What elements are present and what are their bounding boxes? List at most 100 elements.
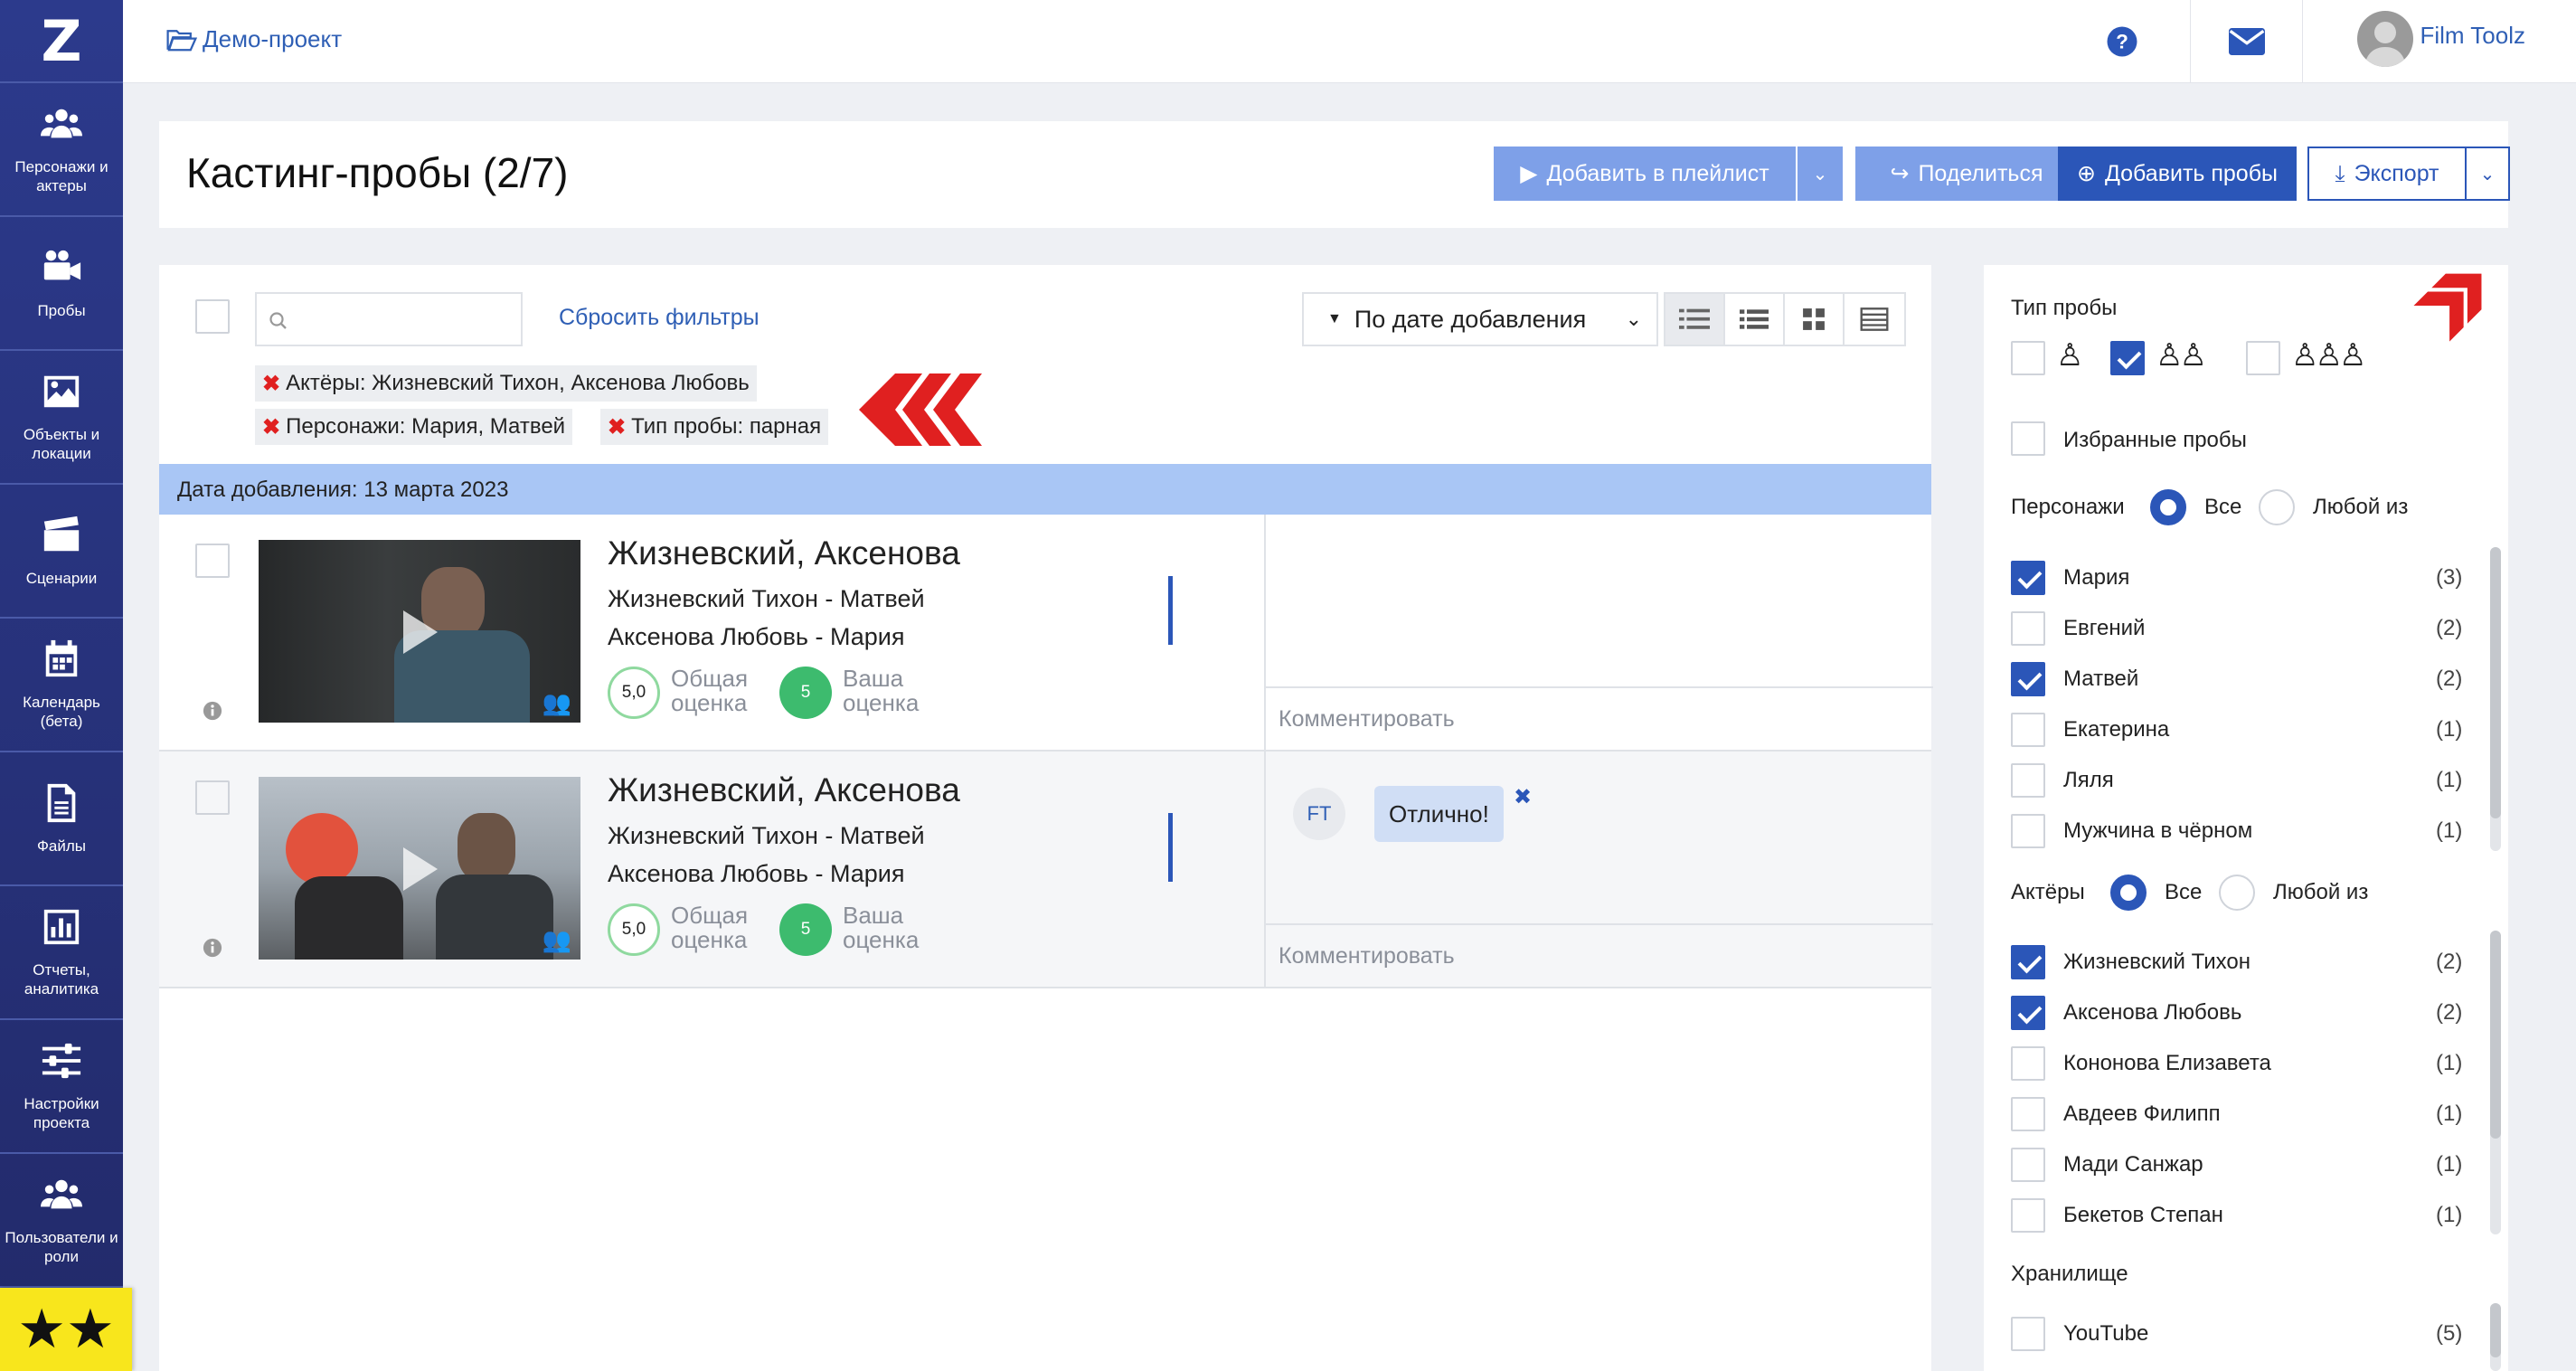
image-icon	[43, 375, 80, 408]
reset-filters-link[interactable]: Сбросить фильтры	[559, 305, 760, 331]
status-bar	[1168, 576, 1173, 645]
view-list-button[interactable]	[1725, 294, 1785, 345]
sort-select[interactable]: ▼ По дате добавления ⌄	[1302, 292, 1658, 346]
tag-value: Мария, Матвей	[411, 414, 566, 439]
export-button[interactable]: ⤓ Экспорт	[2307, 147, 2467, 201]
favorites-checkbox[interactable]	[2011, 421, 2045, 456]
view-switcher	[1664, 292, 1906, 346]
mail-button[interactable]	[2190, 0, 2302, 83]
sidebar-item-locations[interactable]: Объекты и локации	[0, 351, 123, 485]
row-title[interactable]: Жизневский, Аксенова	[608, 534, 960, 572]
actor-checkbox[interactable]	[2011, 945, 2045, 979]
avatar[interactable]	[2357, 11, 2413, 67]
sidebar-item-tests[interactable]: Пробы	[0, 217, 123, 351]
characters-any-radio[interactable]	[2259, 489, 2295, 525]
storage-checkbox[interactable]	[2011, 1317, 2045, 1351]
view-table-button[interactable]	[1845, 294, 1904, 345]
actor-name: Аксенова Любовь	[2063, 1000, 2242, 1025]
table-row[interactable]: 👥 Жизневский, Аксенова Жизневский Тихон …	[159, 752, 1933, 988]
radio-label: Любой из	[2273, 880, 2369, 904]
sidebar-item-users[interactable]: Пользователи и роли	[0, 1154, 123, 1288]
row-role-2: Аксенова Любовь - Мария	[608, 623, 905, 650]
character-checkbox[interactable]	[2011, 611, 2045, 646]
sidebar-item-characters[interactable]: Персонажи и актеры	[0, 83, 123, 217]
actors-any-radio[interactable]	[2219, 875, 2255, 911]
sidebar-item-files[interactable]: Файлы	[0, 752, 123, 886]
button-label: Добавить в плейлист	[1546, 160, 1769, 186]
video-thumbnail[interactable]: 👥	[259, 540, 580, 723]
table-row[interactable]: 👥 Жизневский, Аксенова Жизневский Тихон …	[159, 515, 1933, 752]
remove-x-icon[interactable]: ✖	[262, 414, 280, 440]
calendar-icon	[45, 639, 78, 677]
user-name[interactable]: Film Toolz	[2420, 22, 2525, 50]
favorites-label: Избранные пробы	[2063, 428, 2247, 452]
video-thumbnail[interactable]: 👥	[259, 777, 580, 960]
share-button[interactable]: ↪ Поделиться	[1855, 147, 2078, 201]
overall-score: 5,0	[608, 903, 660, 956]
help-button[interactable]: ?	[2081, 0, 2163, 83]
sidebar-item-label: Календарь (бета)	[23, 694, 100, 730]
view-list-large-button[interactable]	[1665, 294, 1725, 345]
actor-checkbox[interactable]	[2011, 1046, 2045, 1081]
actor-checkbox[interactable]	[2011, 1148, 2045, 1182]
info-icon[interactable]	[203, 701, 222, 721]
comment-link[interactable]: Комментировать	[1266, 686, 1933, 752]
select-all-checkbox[interactable]	[195, 299, 230, 334]
actors-scrollbar[interactable]	[2490, 931, 2501, 1234]
remove-x-icon[interactable]: ✖	[262, 371, 280, 397]
topbar: Демо-проект ? Film Toolz	[123, 0, 2576, 83]
storage-scrollbar[interactable]	[2490, 1303, 2501, 1371]
character-checkbox[interactable]	[2011, 561, 2045, 595]
sidebar-item-scripts[interactable]: Сценарии	[0, 485, 123, 619]
your-score[interactable]: 5	[779, 667, 832, 719]
character-checkbox[interactable]	[2011, 763, 2045, 798]
character-checkbox[interactable]	[2011, 713, 2045, 747]
character-checkbox[interactable]	[2011, 814, 2045, 848]
delete-comment-icon[interactable]: ✖	[1514, 784, 1532, 810]
button-label: Экспорт	[2354, 160, 2439, 186]
filter-tag-actors[interactable]: ✖ Актёры: Жизневский Тихон, Аксенова Любо…	[255, 365, 757, 402]
search-input[interactable]	[255, 292, 523, 346]
sidebar-item-settings[interactable]: Настройки проекта	[0, 1020, 123, 1154]
row-checkbox[interactable]	[195, 544, 230, 578]
play-icon[interactable]	[403, 610, 438, 654]
app-logo[interactable]: Z	[0, 0, 123, 83]
type-pair-checkbox[interactable]	[2110, 341, 2145, 375]
project-name: Демо-проект	[203, 25, 343, 52]
chevron-down-icon: ⌄	[2479, 164, 2496, 184]
character-checkbox[interactable]	[2011, 662, 2045, 696]
sidebar-item-reports[interactable]: Отчеты, аналитика	[0, 886, 123, 1020]
character-name: Матвей	[2063, 667, 2139, 691]
type-single-checkbox[interactable]	[2011, 341, 2045, 375]
info-icon[interactable]	[203, 938, 222, 958]
type-group-checkbox[interactable]	[2246, 341, 2280, 375]
filter-tag-type[interactable]: ✖ Тип пробы: парная	[600, 409, 829, 445]
add-tests-button[interactable]: ⊕ Добавить пробы	[2058, 147, 2297, 201]
actor-checkbox[interactable]	[2011, 996, 2045, 1030]
your-score-label: Ваша оценка	[843, 665, 920, 716]
actor-count: (1)	[2436, 1152, 2463, 1177]
actor-checkbox[interactable]	[2011, 1198, 2045, 1233]
characters-all-radio[interactable]	[2150, 489, 2186, 525]
actor-checkbox[interactable]	[2011, 1097, 2045, 1131]
export-dropdown-button[interactable]: ⌄	[2465, 147, 2510, 201]
add-to-playlist-button[interactable]: ▶ Добавить в плейлист	[1494, 147, 1796, 201]
sidebar-item-calendar[interactable]: Календарь (бета)	[0, 619, 123, 752]
comment-link[interactable]: Комментировать	[1266, 923, 1933, 988]
actors-all-radio[interactable]	[2110, 875, 2147, 911]
row-title[interactable]: Жизневский, Аксенова	[608, 771, 960, 809]
comment-area: Комментировать	[1264, 515, 1933, 752]
remove-x-icon[interactable]: ✖	[608, 414, 626, 440]
stars-icon[interactable]: ★★	[0, 1288, 132, 1371]
filter-tag-characters[interactable]: ✖ Персонажи: Мария, Матвей	[255, 409, 573, 445]
row-checkbox[interactable]	[195, 780, 230, 815]
playlist-dropdown-button[interactable]: ⌄	[1798, 147, 1843, 201]
characters-scrollbar[interactable]	[2490, 547, 2501, 851]
plus-circle-icon: ⊕	[2076, 161, 2096, 186]
project-link[interactable]: Демо-проект	[166, 25, 342, 53]
row-role-1: Жизневский Тихон - Матвей	[608, 585, 925, 612]
view-grid-button[interactable]	[1785, 294, 1845, 345]
play-icon[interactable]	[403, 847, 438, 891]
your-score[interactable]: 5	[779, 903, 832, 956]
play-icon: ▶	[1520, 161, 1538, 186]
